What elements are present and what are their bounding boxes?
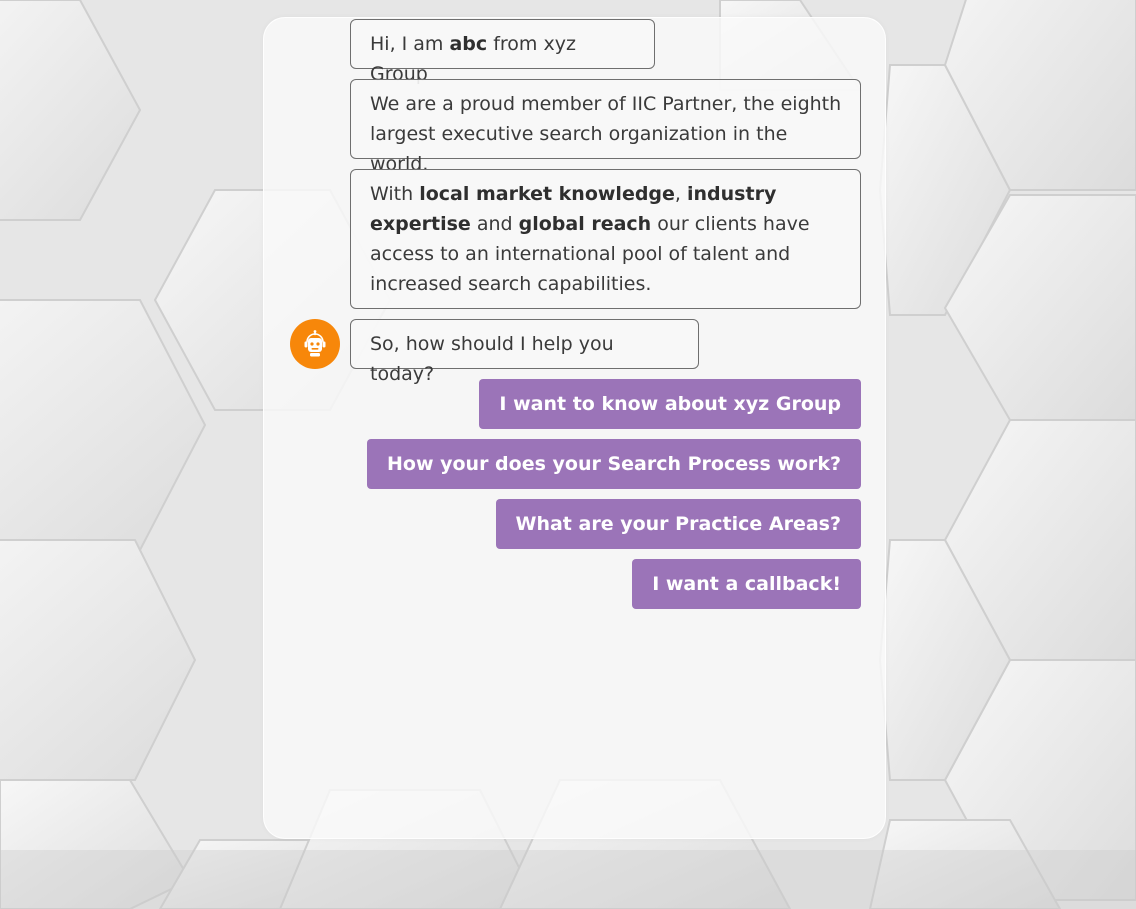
- greeting-text-pre: Hi, I am: [370, 33, 450, 55]
- reach-bold-3: global reach: [518, 213, 652, 235]
- bot-message-reach: With local market knowledge, industry ex…: [350, 169, 861, 309]
- quick-reply-practice-areas[interactable]: What are your Practice Areas?: [495, 499, 861, 549]
- bottom-band: [0, 850, 1136, 909]
- bot-avatar: [290, 319, 340, 369]
- bot-name: abc: [449, 33, 488, 55]
- bot-message-membership: We are a proud member of IIC Partner, th…: [350, 79, 861, 175]
- bot-message-greeting: Hi, I am abc from xyz Group: [350, 19, 655, 85]
- quick-reply-about-group[interactable]: I want to know about xyz Group: [479, 379, 861, 429]
- reach-text-2: ,: [674, 183, 688, 205]
- reach-bold-1: local market knowledge: [419, 183, 675, 205]
- quick-reply-callback[interactable]: I want a callback!: [632, 559, 861, 609]
- quick-reply-search-process[interactable]: How your does your Search Process work?: [366, 439, 861, 489]
- robot-icon: [304, 330, 326, 357]
- reach-text-3: and: [470, 213, 519, 235]
- bot-message-question: So, how should I help you today?: [350, 319, 699, 385]
- reach-text-1: With: [370, 183, 420, 205]
